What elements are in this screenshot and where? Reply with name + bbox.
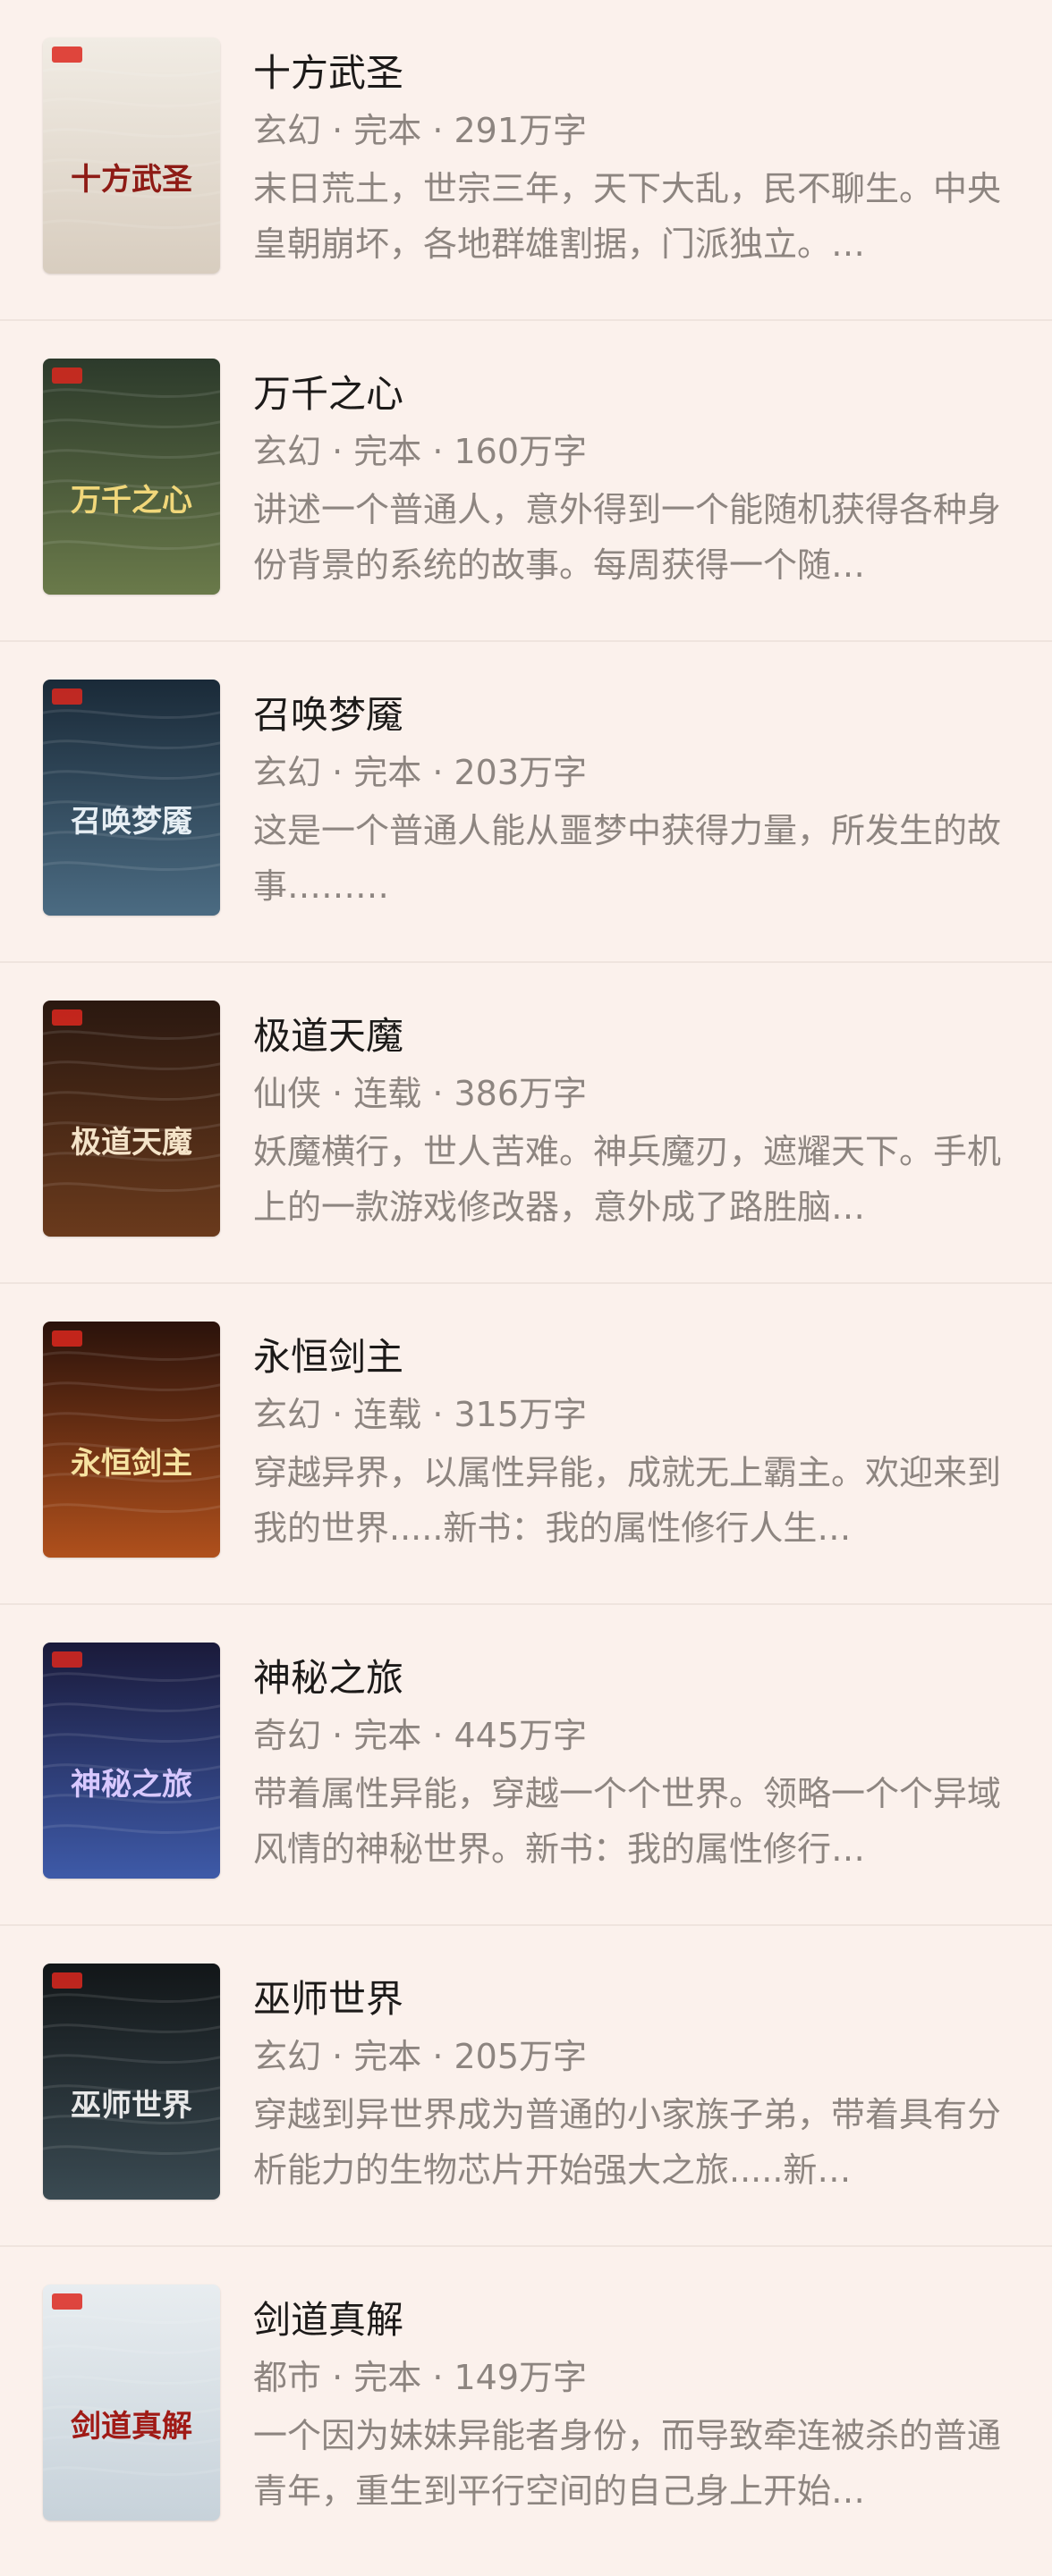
book-item[interactable]: 巫师世界 巫师世界 玄幻 · 完本 · 205万字 穿越到异世界成为普通的小家族… [0,1926,1052,2247]
book-title: 剑道真解 [253,2298,404,2342]
book-description: 穿越异界，以属性异能，成就无上霸主。欢迎来到我的世界.....新书：我的属性修行… [253,1453,1002,1548]
book-description: 这是一个普通人能从噩梦中获得力量，所发生的故事……… [253,811,1002,906]
book-cover-title: 召唤梦魇 [71,804,192,840]
book-cover-art: 十方武圣 [43,38,220,274]
book-cover-art: 永恒剑主 [43,1322,220,1558]
book-cover[interactable]: 永恒剑主 [43,1322,220,1558]
book-description: 妖魔横行，世人苦难。神兵魔刃，遮耀天下。手机上的一款游戏修改器，意外成了路胜脑… [253,1132,1002,1227]
book-meta: 玄幻 · 完本 · 160万字 [253,432,588,471]
book-cover-art: 万千之心 [43,359,220,595]
book-description: 带着属性异能，穿越一个个世界。领略一个个异域风情的神秘世界。新书：我的属性修行… [253,1774,1002,1869]
book-title: 永恒剑主 [253,1335,404,1379]
book-description: 讲述一个普通人，意外得到一个能随机获得各种身份背景的系统的故事。每周获得一个随… [253,490,1002,585]
book-cover-title: 剑道真解 [71,2409,192,2445]
book-title: 召唤梦魇 [253,693,404,737]
book-cover-title: 十方武圣 [71,162,192,198]
publisher-badge-icon [52,46,82,63]
book-cover[interactable]: 召唤梦魇 [43,680,220,916]
book-item[interactable]: 十方武圣 十方武圣 玄幻 · 完本 · 291万字 末日荒土，世宗三年，天下大乱… [0,0,1052,321]
book-item[interactable]: 剑道真解 剑道真解 都市 · 完本 · 149万字 一个因为妹妹异能者身份，而导… [0,2247,1052,2568]
book-meta: 仙侠 · 连载 · 386万字 [253,1074,588,1113]
book-cover-title: 巫师世界 [71,2088,192,2124]
publisher-badge-icon [52,1330,82,1347]
book-title: 十方武圣 [253,51,404,95]
book-item[interactable]: 万千之心 万千之心 玄幻 · 完本 · 160万字 讲述一个普通人，意外得到一个… [0,321,1052,642]
book-cover-art: 神秘之旅 [43,1643,220,1879]
publisher-badge-icon [52,1972,82,1989]
book-description: 末日荒土，世宗三年，天下大乱，民不聊生。中央皇朝崩坏，各地群雄割据，门派独立。… [253,169,1002,264]
book-meta: 玄幻 · 连载 · 315万字 [253,1395,588,1434]
book-cover[interactable]: 万千之心 [43,359,220,595]
book-cover-art: 召唤梦魇 [43,680,220,916]
book-cover[interactable]: 极道天魔 [43,1001,220,1237]
book-description: 一个因为妹妹异能者身份，而导致牵连被杀的普通青年，重生到平行空间的自己身上开始… [253,2416,1002,2511]
book-cover[interactable]: 十方武圣 [43,38,220,274]
book-title: 神秘之旅 [253,1656,404,1700]
book-list: 十方武圣 十方武圣 玄幻 · 完本 · 291万字 末日荒土，世宗三年，天下大乱… [0,0,1052,2568]
book-cover[interactable]: 巫师世界 [43,1964,220,2200]
book-meta: 奇幻 · 完本 · 445万字 [253,1716,588,1755]
book-cover-title: 万千之心 [71,483,192,519]
book-title: 巫师世界 [253,1977,404,2021]
book-item[interactable]: 极道天魔 极道天魔 仙侠 · 连载 · 386万字 妖魔横行，世人苦难。神兵魔刃… [0,963,1052,1284]
book-title: 万千之心 [253,372,404,416]
book-cover-art: 极道天魔 [43,1001,220,1237]
book-cover-art: 巫师世界 [43,1964,220,2200]
book-item[interactable]: 召唤梦魇 召唤梦魇 玄幻 · 完本 · 203万字 这是一个普通人能从噩梦中获得… [0,642,1052,963]
publisher-badge-icon [52,1651,82,1668]
publisher-badge-icon [52,688,82,705]
book-meta: 玄幻 · 完本 · 291万字 [253,111,588,150]
book-meta: 玄幻 · 完本 · 203万字 [253,753,588,792]
book-item[interactable]: 永恒剑主 永恒剑主 玄幻 · 连载 · 315万字 穿越异界，以属性异能，成就无… [0,1284,1052,1605]
publisher-badge-icon [52,1009,82,1026]
book-meta: 玄幻 · 完本 · 205万字 [253,2037,588,2076]
book-cover-title: 神秘之旅 [71,1767,192,1803]
book-title: 极道天魔 [253,1014,404,1058]
publisher-badge-icon [52,367,82,384]
book-item[interactable]: 神秘之旅 神秘之旅 奇幻 · 完本 · 445万字 带着属性异能，穿越一个个世界… [0,1605,1052,1926]
publisher-badge-icon [52,2293,82,2310]
book-cover-art: 剑道真解 [43,2285,220,2521]
book-meta: 都市 · 完本 · 149万字 [253,2358,588,2397]
book-cover-title: 永恒剑主 [71,1446,192,1482]
book-cover-title: 极道天魔 [71,1125,192,1161]
book-cover[interactable]: 神秘之旅 [43,1643,220,1879]
book-cover[interactable]: 剑道真解 [43,2285,220,2521]
book-description: 穿越到异世界成为普通的小家族子弟，带着具有分析能力的生物芯片开始强大之旅....… [253,2095,1002,2190]
